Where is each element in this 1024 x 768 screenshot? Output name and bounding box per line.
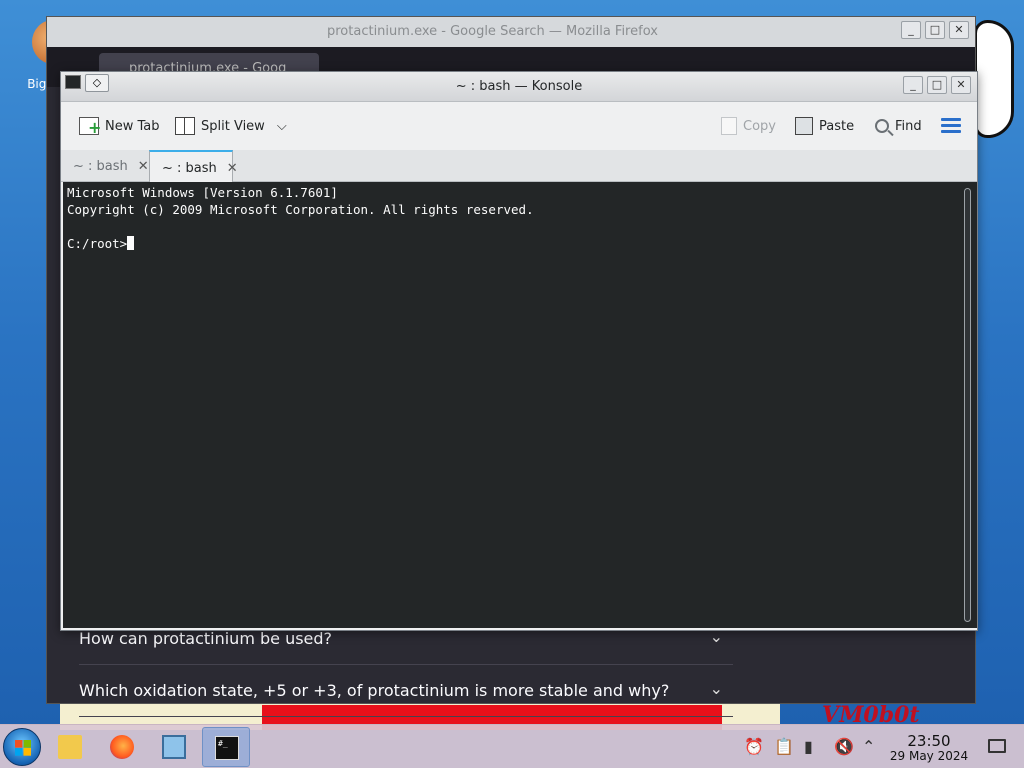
taskbar-file-manager[interactable] bbox=[46, 727, 94, 767]
terminal-icon: #_ bbox=[215, 736, 239, 760]
terminal-line: Copyright (c) 2009 Microsoft Corporation… bbox=[67, 202, 534, 217]
konsole-window[interactable]: ◇ ~ : bash — Konsole _ □ ✕ New Tab Split… bbox=[60, 71, 978, 631]
search-icon bbox=[875, 119, 889, 133]
terminal-prompt-line[interactable]: C:/root> bbox=[67, 235, 955, 252]
maximize-button[interactable]: □ bbox=[927, 76, 947, 94]
faq-question: How can protactinium be used? bbox=[79, 629, 333, 648]
tab-bash-2[interactable]: ~ : bash ✕ bbox=[149, 150, 238, 182]
text-cursor bbox=[127, 236, 135, 250]
battery-icon[interactable]: ▮ bbox=[804, 737, 813, 756]
faq-item-2[interactable]: Which oxidation state, +5 or +3, of prot… bbox=[79, 667, 733, 717]
copy-label: Copy bbox=[743, 118, 776, 134]
paste-button[interactable]: Paste bbox=[795, 114, 854, 138]
volume-muted-icon[interactable]: 🔇 bbox=[834, 737, 854, 756]
close-tab-icon[interactable]: ✕ bbox=[227, 161, 238, 182]
alarm-icon[interactable]: ⏰ bbox=[744, 737, 764, 756]
minimize-button[interactable]: _ bbox=[901, 21, 921, 39]
tab-label: ~ : bash bbox=[162, 161, 217, 176]
clipboard-icon[interactable]: 📋 bbox=[774, 737, 794, 756]
minimize-button[interactable]: _ bbox=[903, 76, 923, 94]
chevron-up-icon[interactable]: ⌃ bbox=[862, 737, 875, 756]
firefox-icon bbox=[110, 735, 134, 759]
firefox-titlebar[interactable]: protactinium.exe - Google Search — Mozil… bbox=[47, 17, 975, 47]
new-tab-label: New Tab bbox=[105, 118, 160, 134]
new-tab-icon bbox=[79, 117, 101, 136]
hamburger-menu-icon[interactable] bbox=[941, 118, 961, 134]
konsole-window-controls: _ □ ✕ bbox=[903, 76, 971, 94]
faq-question: Which oxidation state, +5 or +3, of prot… bbox=[79, 681, 670, 700]
scrollbar-thumb[interactable] bbox=[964, 188, 971, 622]
close-tab-icon[interactable]: ✕ bbox=[138, 159, 149, 182]
taskbar-system-monitor[interactable] bbox=[150, 727, 198, 767]
taskbar-konsole[interactable]: #_ bbox=[202, 727, 250, 767]
clock-date[interactable]: 29 May 2024 bbox=[884, 749, 974, 763]
copy-icon bbox=[721, 117, 737, 135]
taskbar: #_ ⏰ 📋 ▮ 🔇 ⌃ 23:50 29 May 2024 bbox=[0, 724, 1024, 768]
terminal-scrollbar[interactable] bbox=[959, 182, 977, 628]
paste-icon bbox=[795, 117, 813, 135]
konsole-toolbar: New Tab Split View ⌵ Copy Paste Find bbox=[61, 102, 977, 150]
konsole-tabbar: ~ : bash ✕ ~ : bash ✕ bbox=[61, 150, 977, 182]
wallpaper-art bbox=[974, 20, 1014, 138]
firefox-window-title: protactinium.exe - Google Search — Mozil… bbox=[327, 24, 658, 39]
paste-label: Paste bbox=[819, 118, 855, 134]
firefox-window-controls: _ □ ✕ bbox=[901, 21, 969, 39]
chevron-down-icon[interactable]: ⌵ bbox=[277, 119, 287, 134]
tab-bash-1[interactable]: ~ : bash ✕ bbox=[61, 150, 149, 182]
windows-start-icon[interactable] bbox=[3, 728, 41, 766]
split-view-label: Split View bbox=[201, 118, 265, 134]
close-button[interactable]: ✕ bbox=[951, 76, 971, 94]
split-view-icon bbox=[175, 117, 195, 135]
clock-time[interactable]: 23:50 bbox=[896, 732, 962, 750]
terminal-line: Microsoft Windows [Version 6.1.7601] bbox=[67, 185, 338, 200]
close-button[interactable]: ✕ bbox=[949, 21, 969, 39]
find-label: Find bbox=[895, 118, 922, 134]
split-view-button[interactable]: Split View ⌵ bbox=[175, 114, 287, 138]
konsole-window-title: ~ : bash — Konsole bbox=[455, 79, 583, 94]
tab-label: ~ : bash bbox=[73, 159, 128, 174]
folder-icon bbox=[58, 735, 82, 759]
chevron-down-icon[interactable]: ⌄ bbox=[710, 679, 723, 698]
terminal-prompt: C:/root> bbox=[67, 236, 128, 251]
terminal-output[interactable]: Microsoft Windows [Version 6.1.7601] Cop… bbox=[63, 182, 959, 628]
new-tab-button[interactable]: New Tab bbox=[79, 114, 160, 138]
maximize-button[interactable]: □ bbox=[925, 21, 945, 39]
monitor-icon bbox=[162, 735, 186, 759]
show-desktop-icon[interactable] bbox=[988, 739, 1006, 753]
taskbar-firefox[interactable] bbox=[98, 727, 146, 767]
copy-button[interactable]: Copy bbox=[721, 114, 776, 138]
konsole-titlebar[interactable]: ◇ ~ : bash — Konsole _ □ ✕ bbox=[61, 72, 977, 102]
find-button[interactable]: Find bbox=[875, 114, 922, 138]
